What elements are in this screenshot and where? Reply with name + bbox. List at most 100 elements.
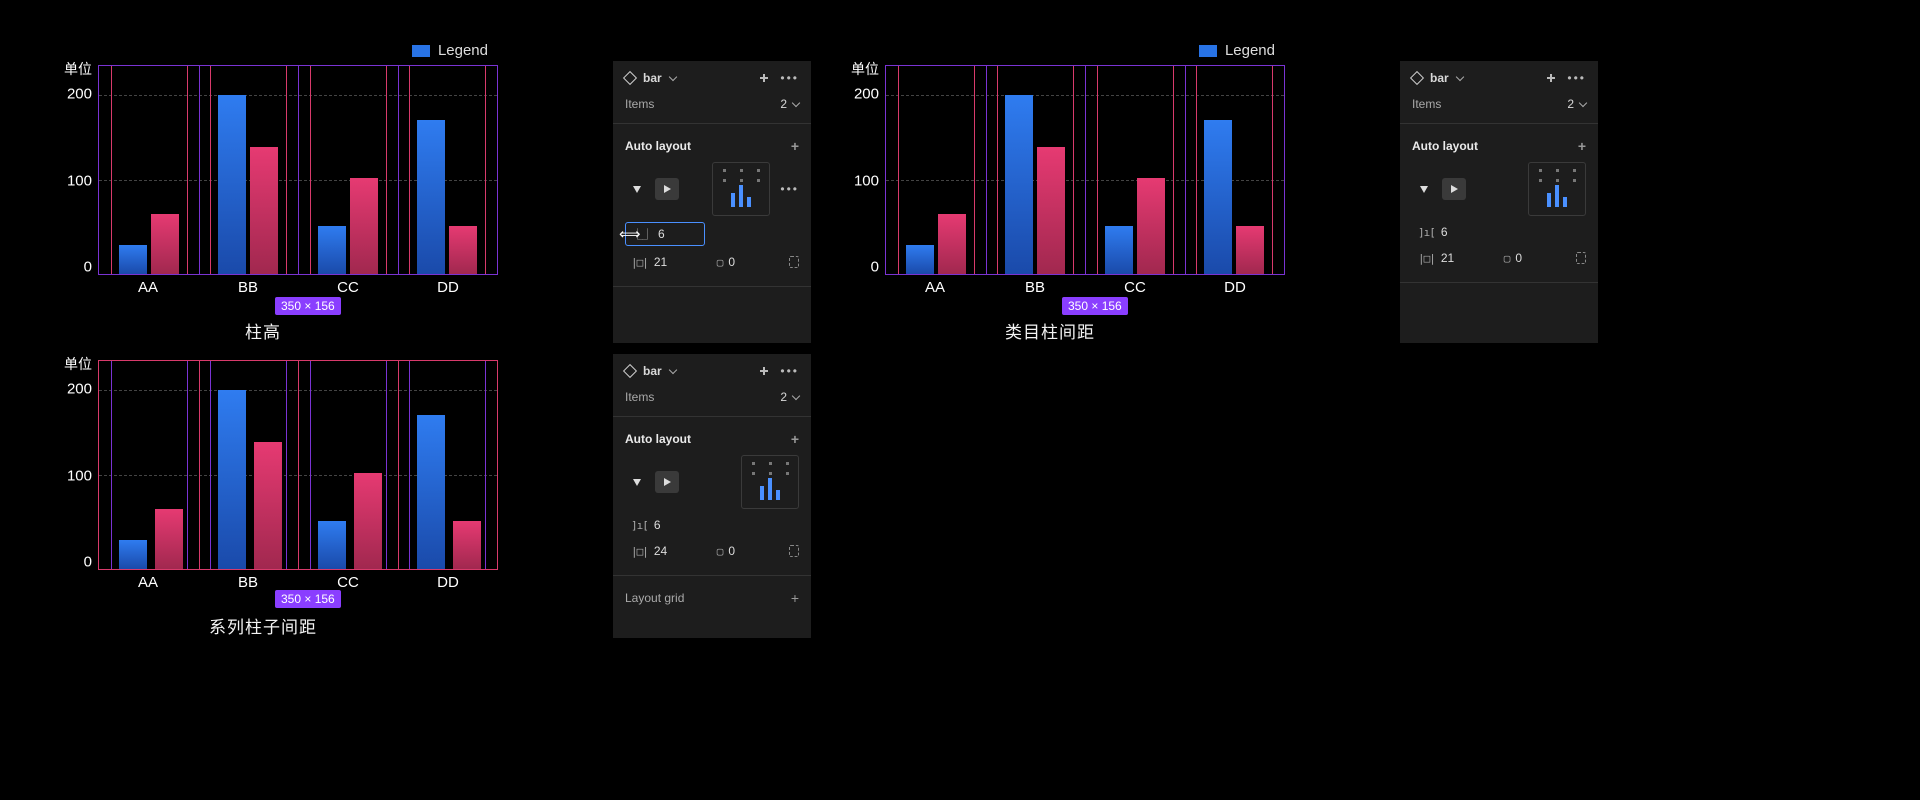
component-icon bbox=[1410, 71, 1424, 85]
items-label: Items bbox=[1412, 97, 1441, 111]
padding-input[interactable]: ▢ 0 bbox=[711, 252, 781, 272]
chevron-down-icon[interactable] bbox=[668, 73, 676, 81]
direction-vertical-button[interactable] bbox=[625, 471, 649, 493]
y-tick: 100 bbox=[854, 172, 879, 189]
direction-horizontal-button[interactable] bbox=[1442, 178, 1466, 200]
chevron-down-icon[interactable] bbox=[792, 392, 800, 400]
direction-horizontal-button[interactable] bbox=[655, 178, 679, 200]
items-value[interactable]: 2 bbox=[780, 390, 799, 404]
bar-pink bbox=[350, 178, 378, 274]
y-tick: 0 bbox=[84, 258, 92, 275]
chart-panel-3: 单位 200 100 0 bbox=[28, 360, 498, 638]
chart-plot bbox=[98, 360, 498, 570]
ai-icon[interactable] bbox=[758, 365, 770, 377]
chart-legend: Legend bbox=[815, 36, 1285, 65]
chevron-down-icon[interactable] bbox=[668, 366, 676, 374]
alignment-grid[interactable] bbox=[741, 455, 799, 509]
direction-horizontal-button[interactable] bbox=[655, 471, 679, 493]
y-axis-title: 单位 bbox=[64, 59, 92, 79]
component-name[interactable]: bar bbox=[643, 71, 662, 85]
add-icon[interactable]: + bbox=[791, 590, 799, 606]
bar-pink bbox=[449, 226, 477, 274]
items-value[interactable]: 2 bbox=[780, 97, 799, 111]
auto-layout-label: Auto layout bbox=[625, 139, 691, 153]
bar-blue bbox=[119, 540, 147, 569]
expand-padding-icon[interactable] bbox=[1576, 252, 1587, 264]
v-gap-icon: |□| bbox=[631, 545, 648, 558]
y-tick: 0 bbox=[871, 258, 879, 275]
bar-blue bbox=[1204, 120, 1232, 274]
ai-icon[interactable] bbox=[1545, 72, 1557, 84]
chart-legend: Legend bbox=[28, 36, 498, 65]
x-tick: AA bbox=[98, 275, 198, 296]
more-icon[interactable]: ••• bbox=[780, 182, 799, 196]
horizontal-gap-input[interactable]: ]ı[ 6 bbox=[625, 515, 705, 535]
more-icon[interactable]: ••• bbox=[780, 71, 799, 85]
chevron-down-icon[interactable] bbox=[1455, 73, 1463, 81]
bar-blue bbox=[906, 245, 934, 274]
chevron-down-icon[interactable] bbox=[1579, 99, 1587, 107]
chart-plot bbox=[885, 65, 1285, 275]
padding-input[interactable]: ▢ 0 bbox=[711, 541, 781, 561]
component-name[interactable]: bar bbox=[643, 364, 662, 378]
y-tick: 100 bbox=[67, 172, 92, 189]
x-axis: AA BB CC DD bbox=[885, 275, 1285, 296]
vertical-gap-input[interactable]: |□| 21 bbox=[625, 252, 695, 272]
add-icon[interactable]: + bbox=[791, 431, 799, 447]
component-name[interactable]: bar bbox=[1430, 71, 1449, 85]
legend-swatch bbox=[412, 45, 430, 57]
bar-pink bbox=[1037, 147, 1065, 274]
legend-label: Legend bbox=[438, 42, 488, 59]
dimension-badge: 350 × 156 bbox=[1062, 297, 1128, 315]
bar-pink bbox=[1236, 226, 1264, 274]
component-icon bbox=[623, 364, 637, 378]
direction-vertical-button[interactable] bbox=[1412, 178, 1436, 200]
bar-blue bbox=[218, 390, 246, 569]
items-value[interactable]: 2 bbox=[1567, 97, 1586, 111]
layout-grid-label[interactable]: Layout grid bbox=[625, 591, 684, 605]
expand-padding-icon[interactable] bbox=[789, 545, 800, 557]
padding-icon: ▢ bbox=[1504, 252, 1510, 265]
items-label: Items bbox=[625, 390, 654, 404]
ai-icon[interactable] bbox=[758, 72, 770, 84]
y-axis: 单位 200 100 0 bbox=[28, 65, 98, 275]
padding-icon: ▢ bbox=[717, 256, 723, 269]
y-axis: 单位 200 100 0 bbox=[815, 65, 885, 275]
bar-blue bbox=[417, 415, 445, 569]
auto-layout-label: Auto layout bbox=[625, 432, 691, 446]
add-icon[interactable]: + bbox=[1578, 138, 1586, 154]
more-icon[interactable]: ••• bbox=[1567, 71, 1586, 85]
h-gap-icon: ]ı[ bbox=[1418, 226, 1435, 239]
padding-input[interactable]: ▢ 0 bbox=[1498, 248, 1568, 268]
direction-vertical-button[interactable] bbox=[625, 178, 649, 200]
y-tick: 200 bbox=[67, 381, 92, 398]
chevron-down-icon[interactable] bbox=[792, 99, 800, 107]
bar-pink bbox=[254, 442, 282, 569]
bar-pink bbox=[938, 214, 966, 274]
vertical-gap-input[interactable]: |□| 24 bbox=[625, 541, 695, 561]
more-icon[interactable]: ••• bbox=[780, 364, 799, 378]
y-tick: 0 bbox=[84, 553, 92, 570]
items-label: Items bbox=[625, 97, 654, 111]
bar-pink bbox=[155, 509, 183, 569]
bar-pink bbox=[250, 147, 278, 274]
bar-pink bbox=[354, 473, 382, 569]
inspector-panel: bar ••• Items 2 Auto layout + bbox=[613, 61, 811, 343]
add-icon[interactable]: + bbox=[791, 138, 799, 154]
dimension-badge: 350 × 156 bbox=[275, 590, 341, 608]
expand-padding-icon[interactable] bbox=[789, 256, 800, 268]
h-gap-icon: ]ı[ bbox=[631, 519, 648, 532]
x-axis: AA BB CC DD bbox=[98, 570, 498, 591]
chart-caption: 类目柱间距 bbox=[815, 318, 1285, 343]
bar-blue bbox=[1105, 226, 1133, 274]
legend-label: Legend bbox=[1225, 42, 1275, 59]
alignment-grid[interactable] bbox=[712, 162, 770, 216]
horizontal-gap-input[interactable]: ]ı[ 6 bbox=[1412, 222, 1492, 242]
x-tick: AA bbox=[885, 275, 985, 296]
vertical-gap-input[interactable]: |□| 21 bbox=[1412, 248, 1482, 268]
alignment-grid[interactable] bbox=[1528, 162, 1586, 216]
x-tick: BB bbox=[198, 570, 298, 591]
y-axis: 单位 200 100 0 bbox=[28, 360, 98, 570]
dimension-badge: 350 × 156 bbox=[275, 297, 341, 315]
bar-pink bbox=[1137, 178, 1165, 274]
